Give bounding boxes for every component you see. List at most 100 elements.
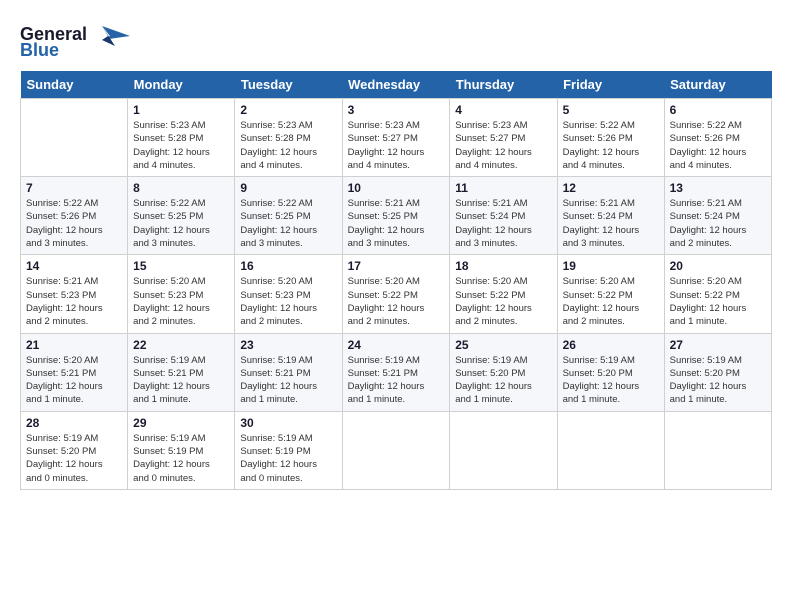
header: General Blue [20, 18, 772, 65]
calendar-week-row: 28 Sunrise: 5:19 AM Sunset: 5:20 PM Dayli… [21, 411, 772, 489]
day-number: 5 [563, 103, 659, 117]
calendar-table: SundayMondayTuesdayWednesdayThursdayFrid… [20, 71, 772, 490]
calendar-cell: 20Sunrise: 5:20 AM Sunset: 5:22 PM Dayli… [664, 255, 771, 333]
day-info: Sunrise: 5:19 AM Sunset: 5:20 PM Dayligh… [670, 354, 766, 407]
day-number: 2 [240, 103, 336, 117]
day-number: 11 [455, 181, 551, 195]
calendar-cell: 3 Sunrise: 5:23 AM Sunset: 5:27 PM Daylig… [342, 99, 450, 177]
calendar-cell: 14 Sunrise: 5:21 AM Sunset: 5:23 PM Dayli… [21, 255, 128, 333]
day-info: Sunrise: 5:19 AM Sunset: 5:20 PM Dayligh… [455, 354, 551, 407]
day-info: Sunrise: 5:21 AM Sunset: 5:24 PM Dayligh… [670, 197, 766, 250]
logo: General Blue [20, 18, 130, 65]
day-info: Sunrise: 5:20 AM Sunset: 5:23 PM Dayligh… [240, 275, 336, 328]
calendar-header-cell: Wednesday [342, 71, 450, 99]
calendar-cell: 29 Sunrise: 5:19 AM Sunset: 5:19 PM Dayli… [128, 411, 235, 489]
calendar-header-cell: Saturday [664, 71, 771, 99]
day-info: Sunrise: 5:23 AM Sunset: 5:27 PM Dayligh… [348, 119, 445, 172]
calendar-cell: 21 Sunrise: 5:20 AM Sunset: 5:21 PM Dayli… [21, 333, 128, 411]
calendar-cell: 19 Sunrise: 5:20 AM Sunset: 5:22 PM Dayli… [557, 255, 664, 333]
calendar-cell: 8Sunrise: 5:22 AM Sunset: 5:25 PM Daylig… [128, 177, 235, 255]
calendar-cell: 10 Sunrise: 5:21 AM Sunset: 5:25 PM Dayli… [342, 177, 450, 255]
calendar-cell: 23Sunrise: 5:19 AM Sunset: 5:21 PM Dayli… [235, 333, 342, 411]
calendar-cell [450, 411, 557, 489]
day-number: 9 [240, 181, 336, 195]
calendar-header-row: SundayMondayTuesdayWednesdayThursdayFrid… [21, 71, 772, 99]
day-info: Sunrise: 5:19 AM Sunset: 5:19 PM Dayligh… [240, 432, 336, 485]
day-number: 29 [133, 416, 229, 430]
calendar-cell: 30 Sunrise: 5:19 AM Sunset: 5:19 PM Dayli… [235, 411, 342, 489]
day-info: Sunrise: 5:20 AM Sunset: 5:22 PM Dayligh… [455, 275, 551, 328]
day-number: 3 [348, 103, 445, 117]
calendar-cell: 13 Sunrise: 5:21 AM Sunset: 5:24 PM Dayli… [664, 177, 771, 255]
calendar-cell: 11Sunrise: 5:21 AM Sunset: 5:24 PM Dayli… [450, 177, 557, 255]
day-info: Sunrise: 5:20 AM Sunset: 5:22 PM Dayligh… [348, 275, 445, 328]
day-info: Sunrise: 5:20 AM Sunset: 5:23 PM Dayligh… [133, 275, 229, 328]
day-number: 30 [240, 416, 336, 430]
day-info: Sunrise: 5:19 AM Sunset: 5:21 PM Dayligh… [348, 354, 445, 407]
calendar-cell: 2Sunrise: 5:23 AM Sunset: 5:28 PM Daylig… [235, 99, 342, 177]
day-info: Sunrise: 5:19 AM Sunset: 5:20 PM Dayligh… [26, 432, 122, 485]
calendar-cell: 28 Sunrise: 5:19 AM Sunset: 5:20 PM Dayli… [21, 411, 128, 489]
day-number: 22 [133, 338, 229, 352]
day-info: Sunrise: 5:23 AM Sunset: 5:28 PM Dayligh… [133, 119, 229, 172]
day-number: 14 [26, 259, 122, 273]
calendar-cell: 24 Sunrise: 5:19 AM Sunset: 5:21 PM Dayli… [342, 333, 450, 411]
day-number: 26 [563, 338, 659, 352]
calendar-cell: 5 Sunrise: 5:22 AM Sunset: 5:26 PM Daylig… [557, 99, 664, 177]
day-info: Sunrise: 5:23 AM Sunset: 5:27 PM Dayligh… [455, 119, 551, 172]
calendar-cell: 17 Sunrise: 5:20 AM Sunset: 5:22 PM Dayli… [342, 255, 450, 333]
day-info: Sunrise: 5:20 AM Sunset: 5:22 PM Dayligh… [563, 275, 659, 328]
calendar-cell: 27Sunrise: 5:19 AM Sunset: 5:20 PM Dayli… [664, 333, 771, 411]
day-info: Sunrise: 5:22 AM Sunset: 5:26 PM Dayligh… [670, 119, 766, 172]
day-info: Sunrise: 5:20 AM Sunset: 5:21 PM Dayligh… [26, 354, 122, 407]
calendar-cell: 7 Sunrise: 5:22 AM Sunset: 5:26 PM Daylig… [21, 177, 128, 255]
calendar-cell: 16 Sunrise: 5:20 AM Sunset: 5:23 PM Dayli… [235, 255, 342, 333]
day-number: 7 [26, 181, 122, 195]
day-number: 21 [26, 338, 122, 352]
day-number: 16 [240, 259, 336, 273]
day-number: 1 [133, 103, 229, 117]
calendar-cell: 6 Sunrise: 5:22 AM Sunset: 5:26 PM Daylig… [664, 99, 771, 177]
calendar-week-row: 1 Sunrise: 5:23 AM Sunset: 5:28 PM Daylig… [21, 99, 772, 177]
day-number: 28 [26, 416, 122, 430]
day-info: Sunrise: 5:22 AM Sunset: 5:25 PM Dayligh… [240, 197, 336, 250]
day-number: 15 [133, 259, 229, 273]
calendar-header-cell: Monday [128, 71, 235, 99]
day-number: 19 [563, 259, 659, 273]
calendar-cell: 4 Sunrise: 5:23 AM Sunset: 5:27 PM Daylig… [450, 99, 557, 177]
calendar-cell: 1 Sunrise: 5:23 AM Sunset: 5:28 PM Daylig… [128, 99, 235, 177]
calendar-cell: 9 Sunrise: 5:22 AM Sunset: 5:25 PM Daylig… [235, 177, 342, 255]
day-number: 4 [455, 103, 551, 117]
calendar-header-cell: Friday [557, 71, 664, 99]
day-number: 10 [348, 181, 445, 195]
day-number: 17 [348, 259, 445, 273]
day-info: Sunrise: 5:22 AM Sunset: 5:25 PM Dayligh… [133, 197, 229, 250]
day-info: Sunrise: 5:20 AM Sunset: 5:22 PM Dayligh… [670, 275, 766, 328]
day-number: 18 [455, 259, 551, 273]
day-info: Sunrise: 5:19 AM Sunset: 5:19 PM Dayligh… [133, 432, 229, 485]
day-number: 13 [670, 181, 766, 195]
calendar-cell: 15 Sunrise: 5:20 AM Sunset: 5:23 PM Dayli… [128, 255, 235, 333]
day-info: Sunrise: 5:21 AM Sunset: 5:24 PM Dayligh… [563, 197, 659, 250]
calendar-cell: 26 Sunrise: 5:19 AM Sunset: 5:20 PM Dayli… [557, 333, 664, 411]
day-number: 23 [240, 338, 336, 352]
day-info: Sunrise: 5:21 AM Sunset: 5:23 PM Dayligh… [26, 275, 122, 328]
day-number: 25 [455, 338, 551, 352]
day-number: 6 [670, 103, 766, 117]
day-info: Sunrise: 5:22 AM Sunset: 5:26 PM Dayligh… [26, 197, 122, 250]
calendar-header-cell: Sunday [21, 71, 128, 99]
calendar-week-row: 7 Sunrise: 5:22 AM Sunset: 5:26 PM Daylig… [21, 177, 772, 255]
calendar-header-cell: Thursday [450, 71, 557, 99]
svg-text:Blue: Blue [20, 40, 59, 60]
calendar-cell [557, 411, 664, 489]
calendar-cell [342, 411, 450, 489]
calendar-cell: 22Sunrise: 5:19 AM Sunset: 5:21 PM Dayli… [128, 333, 235, 411]
calendar-cell: 25 Sunrise: 5:19 AM Sunset: 5:20 PM Dayli… [450, 333, 557, 411]
day-info: Sunrise: 5:21 AM Sunset: 5:25 PM Dayligh… [348, 197, 445, 250]
day-number: 12 [563, 181, 659, 195]
day-number: 24 [348, 338, 445, 352]
day-info: Sunrise: 5:22 AM Sunset: 5:26 PM Dayligh… [563, 119, 659, 172]
day-info: Sunrise: 5:19 AM Sunset: 5:20 PM Dayligh… [563, 354, 659, 407]
calendar-cell: 12 Sunrise: 5:21 AM Sunset: 5:24 PM Dayli… [557, 177, 664, 255]
calendar-cell: 18 Sunrise: 5:20 AM Sunset: 5:22 PM Dayli… [450, 255, 557, 333]
